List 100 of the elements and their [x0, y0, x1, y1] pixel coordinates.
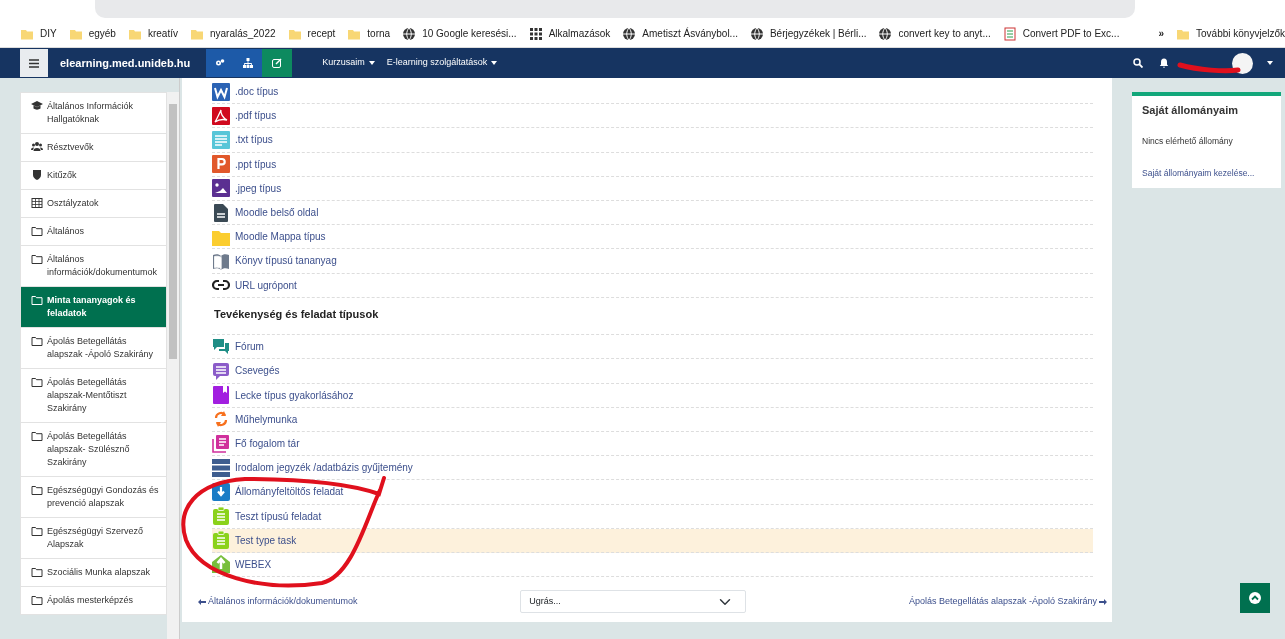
bookmark[interactable]: nyaralás_2022: [189, 26, 276, 41]
bookmark[interactable]: 10 Google keresési...: [402, 26, 517, 41]
folder-icon: [31, 484, 43, 496]
cycle-arrows-icon: [212, 410, 230, 429]
avatar-icon: [1232, 52, 1253, 74]
shield-icon: [31, 169, 43, 181]
block-title: Saját állományaim: [1142, 103, 1239, 118]
graduation-cap-icon: [31, 100, 43, 112]
image-icon: [212, 179, 230, 198]
sidebar-item[interactable]: Egészségügyi Szervező Alapszak: [20, 518, 167, 559]
bookmark[interactable]: DIY: [20, 26, 57, 41]
folder-icon: [31, 566, 43, 578]
apps-grid-icon: [528, 26, 543, 41]
bookmark[interactable]: Bérjegyzékek | Bérli...: [749, 26, 867, 41]
folder-icon: [31, 335, 43, 347]
text-file-icon: [212, 130, 230, 149]
activity-link[interactable]: Műhelymunka: [235, 411, 298, 427]
menu-icon: [29, 58, 39, 68]
empty-message: Nincs elérhető állomány: [1142, 134, 1234, 148]
bookmark[interactable]: Convert PDF to Exc...: [1002, 26, 1120, 41]
caret-icon: [491, 61, 498, 65]
activity-link[interactable]: Irodalom jegyzék /adatbázis gyűjtemény: [235, 460, 413, 476]
bookmark[interactable]: torna: [347, 26, 391, 41]
sitemap-button[interactable]: [234, 49, 263, 77]
more-bookmarks-button[interactable]: »: [1158, 26, 1165, 41]
globe-icon: [749, 26, 764, 41]
table-icon: [31, 197, 43, 209]
settings-button[interactable]: [206, 49, 235, 77]
sidebar-item[interactable]: Ápolás Betegellátás alapszak-Mentőtiszt Szakirány: [20, 369, 167, 423]
pdf-icon: [212, 106, 230, 125]
activity-link[interactable]: Lecke típus gyakorlásához: [235, 387, 354, 403]
page-icon: [212, 203, 230, 222]
jump-to-select[interactable]: Ugrás...: [520, 590, 747, 613]
bookmark[interactable]: egyéb: [68, 26, 116, 41]
activity-link[interactable]: .pdf típus: [235, 108, 277, 124]
edit-icon: [272, 58, 283, 68]
activity-link[interactable]: Moodle belső oldal: [235, 205, 319, 221]
glossary-icon: [212, 434, 230, 453]
activity-link[interactable]: Fő fogalom tár: [235, 436, 300, 452]
activity-link[interactable]: .doc típus: [235, 84, 279, 100]
bookmark-icon: [212, 386, 230, 405]
activity-link[interactable]: .jpeg típus: [235, 180, 282, 196]
activity-link[interactable]: Test type task: [235, 532, 297, 548]
sidebar-item[interactable]: Minta tananyagok és feladatok: [20, 287, 167, 328]
activity-link[interactable]: Könyv típusú tananyag: [235, 253, 337, 269]
chevron-up-icon: [1249, 592, 1261, 604]
search-icon: [1133, 58, 1143, 68]
globe-icon: [622, 26, 637, 41]
activity-link[interactable]: Teszt típusú feladat: [235, 508, 322, 524]
sidebar-item[interactable]: Ápolás Betegellátás alapszak- Szülésznő Szakirány: [20, 423, 167, 477]
edit-button[interactable]: [262, 49, 293, 77]
chat-bubbles-icon: [212, 337, 230, 356]
manage-files-link[interactable]: Saját állományaim kezelése...: [1142, 168, 1255, 179]
sidebar-item[interactable]: Kitűzők: [20, 162, 167, 190]
scrollbar[interactable]: [167, 92, 179, 639]
activity-link[interactable]: Csevegés: [235, 363, 280, 379]
sitemap-icon: [243, 58, 254, 68]
sidebar-item[interactable]: Szociális Munka alapszak: [20, 559, 167, 587]
sidebar-item[interactable]: Ápolás Betegellátás alapszak -Ápoló Szakirány: [20, 328, 167, 369]
activity-link[interactable]: Fórum: [235, 339, 264, 355]
folder-icon: [31, 430, 43, 442]
arrow-right-icon: [1099, 598, 1107, 605]
activity-link[interactable]: Állományfeltöltős feladat: [235, 484, 344, 500]
activity-link[interactable]: URL ugrópont: [235, 277, 297, 293]
book-icon: [212, 251, 230, 270]
bookmark[interactable]: Ametiszt Ásványbol...: [622, 26, 738, 41]
sidebar-item[interactable]: Résztvevők: [20, 134, 167, 162]
sidebar-item[interactable]: Általános Információk Hallgatóknak: [20, 92, 167, 134]
dropdown-menu-button[interactable]: Kurzusaim: [322, 56, 375, 70]
previous-section-link[interactable]: Általános információk/dokumentumok: [198, 594, 358, 609]
activity-link[interactable]: .ppt típus: [235, 156, 277, 172]
globe-icon: [402, 26, 417, 41]
sidebar-item[interactable]: Általános információk/dokumentumok: [20, 246, 167, 287]
sidebar-item[interactable]: Ápolás mesterképzés: [20, 587, 167, 615]
users-icon: [31, 141, 43, 153]
back-to-top-button[interactable]: [1240, 583, 1270, 613]
sidebar-item[interactable]: Általános: [20, 218, 167, 246]
folder-icon: [31, 225, 43, 237]
next-section-link[interactable]: Ápolás Betegellátás alapszak -Ápoló Szakirány: [908, 594, 1107, 609]
bookmark[interactable]: recept: [287, 26, 336, 41]
caret-icon: [1267, 61, 1273, 65]
menu-button[interactable]: [20, 49, 48, 77]
activity-link[interactable]: Moodle Mappa típus: [235, 229, 326, 245]
sidebar-item[interactable]: Osztályzatok: [20, 190, 167, 218]
database-icon: [212, 458, 230, 477]
chat-icon: [212, 361, 230, 380]
dropdown-menu-button[interactable]: E-learning szolgáltatások: [386, 56, 498, 70]
bookmark[interactable]: convert key to anyt...: [878, 26, 991, 41]
sidebar-item[interactable]: Egészségügyi Gondozás és prevenció alapszak: [20, 477, 167, 518]
bookmark[interactable]: További könyvjelzők: [1176, 26, 1285, 41]
bookmark[interactable]: Alkalmazások: [528, 26, 611, 41]
gears-icon: [215, 58, 226, 68]
folder-icon: [31, 525, 43, 537]
bell-icon: [1159, 58, 1169, 68]
clipboard-icon: [212, 507, 230, 526]
activity-link[interactable]: .txt típus: [235, 132, 273, 148]
activity-link[interactable]: WEBEX: [235, 556, 272, 572]
folder-icon: [31, 253, 43, 265]
site-name[interactable]: elearning.med.unideb.hu: [60, 54, 191, 72]
bookmark[interactable]: kreatív: [127, 26, 178, 41]
